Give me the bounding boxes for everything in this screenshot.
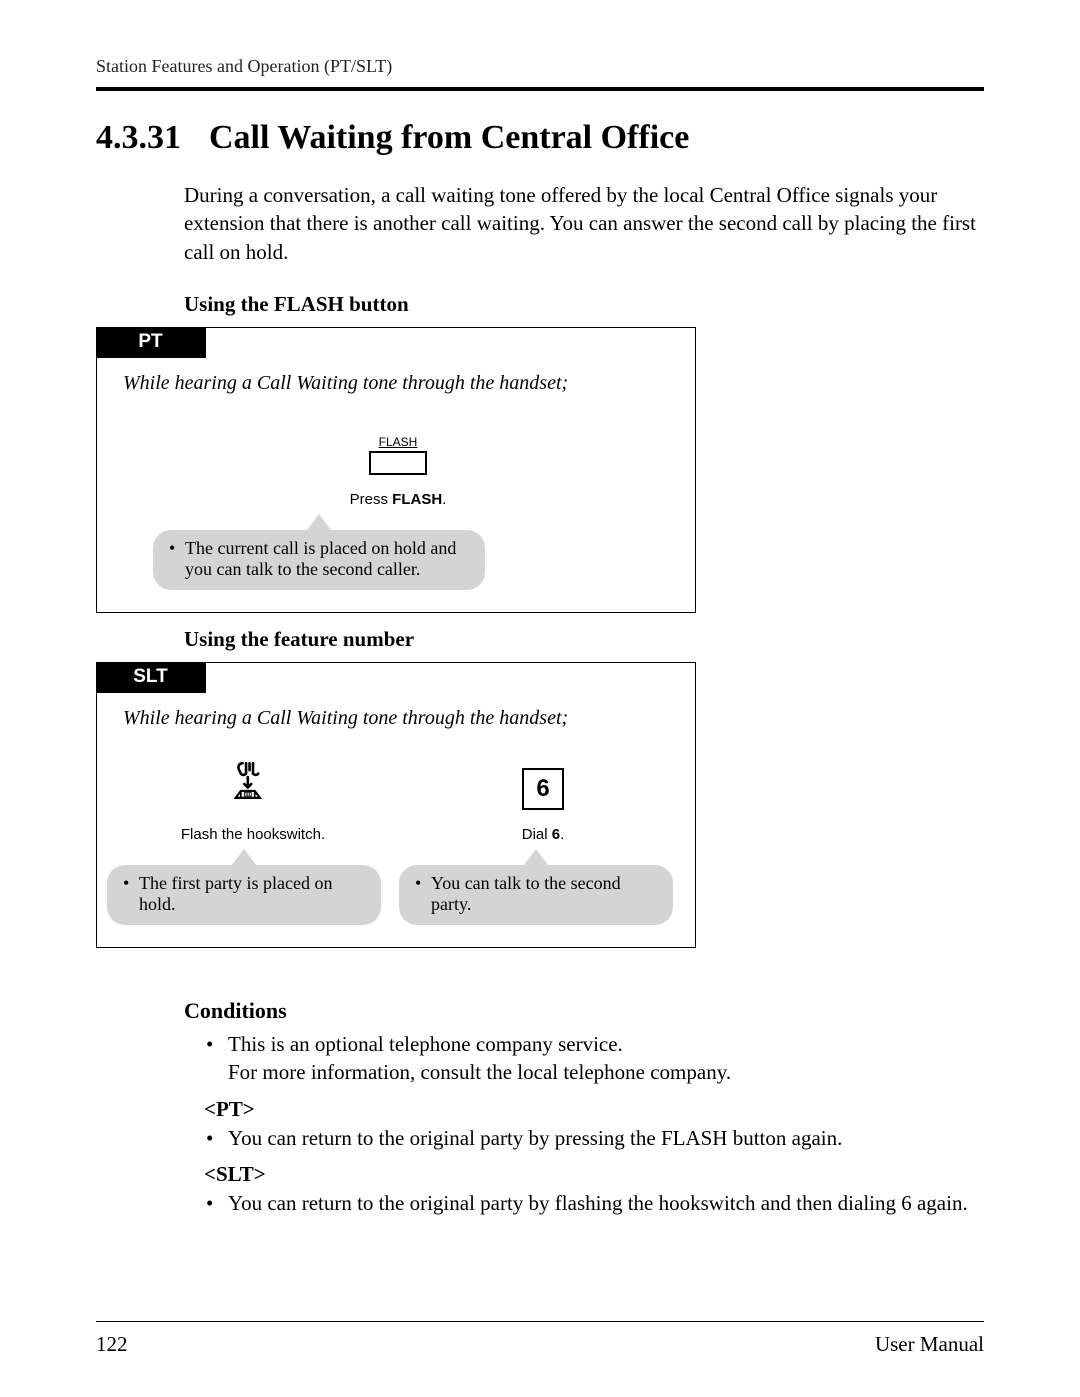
page-number: 122 (96, 1332, 128, 1357)
proc-b-tab: SLT (96, 662, 206, 693)
proc-a-tab: PT (96, 327, 206, 358)
dial-digit-box: 6 (522, 768, 564, 810)
proc-a-box: PT While hearing a Call Waiting tone thr… (96, 327, 696, 613)
proc-b-heading: Using the feature number (184, 627, 984, 652)
proc-b-box: SLT While hearing a Call Waiting tone th… (96, 662, 696, 948)
section-title-text: Call Waiting from Central Office (209, 119, 689, 156)
proc-b-step1-caption: Flash the hookswitch. (181, 826, 325, 843)
page-footer: 122 User Manual (96, 1309, 984, 1357)
proc-b-step1: Flash the hookswitch. (163, 748, 343, 843)
conditions-slt-item: You can return to the original party by … (228, 1189, 984, 1217)
proc-b-bubble1: •The first party is placed on hold. (107, 865, 381, 925)
flash-button-label: FLASH (379, 435, 418, 449)
proc-b-step2-caption: Dial 6. (522, 826, 565, 843)
conditions: Conditions This is an optional telephone… (184, 998, 984, 1217)
section-number: 4.3.31 (96, 119, 181, 157)
hookswitch-icon (227, 758, 279, 810)
conditions-item1: This is an optional telephone company se… (228, 1030, 984, 1087)
footer-doc-title: User Manual (875, 1332, 984, 1357)
intro-paragraph: During a conversation, a call waiting to… (184, 181, 984, 266)
proc-a-step1: FLASH Press FLASH. (308, 413, 488, 508)
proc-b-lead: While hearing a Call Waiting tone throug… (123, 707, 673, 730)
footer-rule (96, 1321, 984, 1322)
conditions-pt-item: You can return to the original party by … (228, 1124, 984, 1152)
proc-a-heading: Using the FLASH button (184, 292, 984, 317)
flash-button-icon: FLASH (369, 435, 427, 475)
conditions-title: Conditions (184, 998, 984, 1024)
proc-a-bubble: •The current call is placed on hold and … (153, 530, 485, 590)
proc-b-bubble2: •You can talk to the second party. (399, 865, 673, 925)
conditions-slt-label: <SLT> (204, 1162, 984, 1187)
running-header: Station Features and Operation (PT/SLT) (96, 56, 984, 77)
proc-b-step2: 6 Dial 6. (453, 748, 633, 843)
proc-a-lead: While hearing a Call Waiting tone throug… (123, 372, 673, 395)
header-rule (96, 87, 984, 91)
proc-a-step1-caption: Press FLASH. (350, 491, 447, 508)
conditions-pt-label: <PT> (204, 1097, 984, 1122)
section-title: 4.3.31 Call Waiting from Central Office (96, 119, 984, 157)
